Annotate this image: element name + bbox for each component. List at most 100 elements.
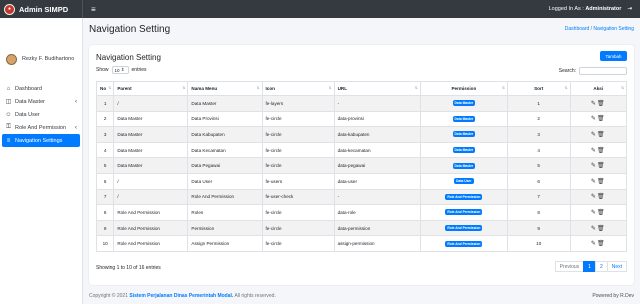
- table-row: 1/Data Master fe-layers - Data Master 1 ✎🗑: [95, 95, 627, 112]
- permission-badge: Data Master: [452, 115, 476, 122]
- permission-cell: Role And Permission: [419, 235, 508, 252]
- delete-icon[interactable]: 🗑: [597, 226, 606, 232]
- user-panel[interactable]: Rezky F. Budihartono: [0, 18, 82, 74]
- table-cell: fe-users: [261, 172, 335, 190]
- sidebar-item-dashboard[interactable]: ⌂ Dashboard: [2, 82, 80, 95]
- sort-icon: ⇅: [621, 86, 624, 90]
- sort-cell: 9: [506, 219, 571, 237]
- delete-icon[interactable]: 🗑: [597, 148, 606, 154]
- table-row: 4 Data Master Data Kecamatan fe-circle data-…: [95, 141, 627, 159]
- delete-icon[interactable]: 🗑: [597, 101, 606, 107]
- card-title: Navigation Setting: [96, 53, 161, 62]
- table-row: 9 Role And Permission Permission fe-circle d…: [95, 219, 627, 237]
- actions-cell: ✎🗑: [569, 204, 627, 221]
- breadcrumb-current[interactable]: Navigation Setting: [593, 26, 634, 32]
- table-cell: fe-circle: [261, 204, 335, 221]
- sidebar-item-label: Data Master: [15, 98, 45, 105]
- permission-badge: Data Master: [452, 131, 476, 138]
- sidebar-item-data-user[interactable]: ☺ Data User: [2, 108, 80, 121]
- sort-cell: 7: [506, 188, 571, 206]
- menu-toggle-icon[interactable]: ≡: [91, 5, 96, 14]
- sort-cell: 3: [506, 126, 571, 143]
- table-row: 3 Data Master Data Kabupaten fe-circle data-…: [95, 126, 627, 143]
- table-cell: fe-circle: [261, 141, 335, 159]
- nav-icon: ⌂: [6, 85, 11, 92]
- delete-icon[interactable]: 🗑: [597, 132, 606, 138]
- table-cell: Role And Permission: [187, 188, 263, 206]
- sidebar-item-role-and-permission[interactable]: ⚿ Role And Permission ‹: [2, 121, 80, 134]
- sort-icon: ⇅: [414, 86, 418, 90]
- column-header[interactable]: Nama Menu ⇅: [187, 81, 263, 96]
- pagination-previous[interactable]: Previous: [554, 261, 585, 272]
- actions-cell: ✎🗑: [569, 110, 627, 128]
- permission-badge: Data User: [454, 178, 474, 185]
- add-button[interactable]: Tambah: [600, 51, 627, 61]
- pagination-next[interactable]: Next: [606, 261, 627, 272]
- column-header[interactable]: Aksi ⇅: [569, 81, 627, 96]
- table-cell: fe-circle: [261, 157, 335, 174]
- main-content: Navigation Setting Dashboard / Navigatio…: [83, 18, 640, 304]
- permission-badge: Role And Permission: [445, 225, 483, 232]
- table-cell: Data Pegawai: [187, 157, 263, 174]
- column-header[interactable]: Permission ⇅: [419, 81, 508, 96]
- table-row: 10 Role And Permission Assign Permission fe…: [95, 235, 627, 252]
- column-header[interactable]: Parent ⇅: [113, 81, 189, 96]
- delete-icon[interactable]: 🗑: [597, 241, 606, 247]
- actions-cell: ✎🗑: [569, 219, 627, 237]
- table-cell: fe-layers: [261, 95, 335, 112]
- chevron-left-icon: ‹: [75, 124, 77, 131]
- table-cell: /: [113, 188, 189, 206]
- column-header[interactable]: Sort ⇅: [506, 81, 571, 96]
- search-input[interactable]: [579, 67, 627, 75]
- table-cell: assign-permission: [333, 235, 421, 252]
- navigation-card: Navigation Setting Tambah Show 10 ⇕ entr…: [89, 45, 634, 285]
- avatar: [6, 53, 17, 65]
- table-cell: Role And Permission: [113, 204, 189, 221]
- sidebar-item-navigation-settings[interactable]: ≡ Navigation Settings: [2, 134, 80, 147]
- permission-cell: Role And Permission: [419, 204, 508, 221]
- table-header-row: No ⇅ Parent ⇅ Nama Menu ⇅ Icon ⇅ URL ⇅ Permission ⇅…: [95, 81, 627, 96]
- delete-icon[interactable]: 🗑: [597, 194, 606, 200]
- brand[interactable]: ● Admin SIMPD: [0, 0, 83, 18]
- permission-cell: Data Master: [419, 95, 508, 112]
- permission-cell: Role And Permission: [419, 219, 508, 237]
- table-cell: 5: [95, 157, 115, 174]
- delete-icon[interactable]: 🗑: [597, 116, 606, 122]
- footer-link[interactable]: Sistem Perjalanan Dinas Pemerintah Modal…: [129, 293, 233, 299]
- table-cell: Data Provinsi: [187, 110, 263, 128]
- search-area: Search:: [559, 67, 627, 75]
- table-cell: data-role: [333, 204, 421, 221]
- table-cell: data-user: [333, 172, 421, 190]
- actions-cell: ✎🗑: [569, 188, 627, 206]
- actions-cell: ✎🗑: [569, 141, 627, 159]
- permission-badge: Role And Permission: [445, 240, 483, 247]
- table-row: 8 Role And Permission Roles fe-circle data-r…: [95, 204, 627, 221]
- logout-icon[interactable]: ⇥: [627, 6, 632, 12]
- breadcrumb-dashboard[interactable]: Dashboard: [565, 26, 589, 32]
- actions-cell: ✎🗑: [569, 95, 627, 112]
- sort-cell: 5: [506, 157, 571, 174]
- table-cell: 1: [95, 95, 115, 112]
- top-navbar: ● Admin SIMPD ≡ Logged In As : Administr…: [0, 0, 640, 18]
- permission-cell: Data Master: [419, 157, 508, 174]
- column-header[interactable]: URL ⇅: [333, 81, 421, 96]
- sidebar-item-data-master[interactable]: ◫ Data Master ‹: [2, 95, 80, 108]
- table-row: 5 Data Master Data Pegawai fe-circle data-pe…: [95, 157, 627, 174]
- actions-cell: ✎🗑: [569, 172, 627, 190]
- column-header[interactable]: Icon ⇅: [261, 81, 335, 96]
- table-cell: 7: [95, 188, 115, 206]
- column-header[interactable]: No ⇅: [95, 81, 115, 96]
- table-cell: 4: [95, 141, 115, 159]
- table-cell: data-permission: [333, 219, 421, 237]
- breadcrumb: Dashboard / Navigation Setting: [564, 26, 634, 32]
- nav-icon: ≡: [6, 137, 11, 144]
- sort-icon: ⇅: [108, 86, 112, 90]
- entries-select[interactable]: 10 ⇕: [111, 66, 129, 74]
- table-cell: 6: [95, 172, 115, 190]
- delete-icon[interactable]: 🗑: [597, 179, 606, 185]
- table-cell: 8: [95, 204, 115, 221]
- table-row: 7/Role And Permission fe-user-check - Role …: [95, 188, 627, 206]
- permission-cell: Data Master: [419, 110, 508, 128]
- delete-icon[interactable]: 🗑: [597, 210, 606, 216]
- delete-icon[interactable]: 🗑: [597, 163, 606, 169]
